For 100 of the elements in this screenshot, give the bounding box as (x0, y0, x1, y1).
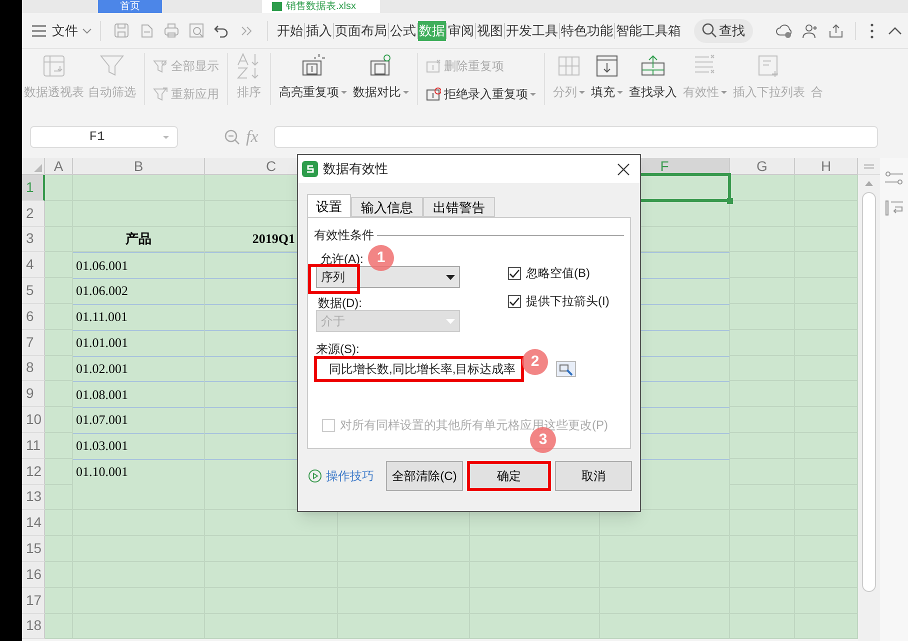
table-cell[interactable] (600, 510, 730, 536)
row-header[interactable]: 2 (22, 200, 45, 227)
collapse-icon[interactable] (888, 26, 902, 35)
row-header[interactable]: 4 (22, 252, 45, 278)
table-cell[interactable] (45, 175, 73, 201)
table-cell[interactable] (795, 252, 858, 278)
save-icon[interactable] (114, 23, 129, 38)
checkbox[interactable]: 提供下拉箭头(I) (508, 292, 610, 310)
table-cell[interactable] (45, 330, 73, 356)
wrap-icon[interactable] (885, 200, 903, 216)
table-cell[interactable]: 01.11.001 (73, 304, 205, 330)
table-cell[interactable] (470, 614, 600, 640)
table-cell[interactable] (205, 614, 338, 640)
zoom-icon[interactable] (224, 129, 240, 145)
preview-icon[interactable] (189, 23, 204, 38)
row-header[interactable]: 15 (22, 536, 45, 562)
row-header[interactable]: 9 (22, 381, 45, 408)
row-header[interactable]: 3 (22, 226, 45, 252)
table-cell[interactable] (730, 278, 795, 304)
table-cell[interactable]: 01.03.001 (73, 432, 205, 459)
dialog-tab[interactable]: 设置 (307, 194, 351, 218)
cloud-icon[interactable] (776, 22, 792, 38)
table-cell[interactable] (73, 175, 205, 201)
row-header[interactable]: 13 (22, 484, 45, 510)
dropdown-select[interactable]: 序列 (316, 266, 460, 288)
undo-icon[interactable] (214, 23, 229, 38)
table-cell[interactable]: 01.01.001 (73, 330, 205, 356)
table-cell[interactable] (795, 356, 858, 382)
table-cell[interactable] (730, 614, 795, 640)
row-header[interactable]: 6 (22, 304, 45, 330)
table-cell[interactable] (795, 381, 858, 408)
column-header[interactable]: B (73, 158, 205, 175)
row-header[interactable]: 17 (22, 588, 45, 614)
table-cell[interactable]: 01.07.001 (73, 407, 205, 433)
column-header[interactable]: A (45, 158, 73, 175)
table-cell[interactable] (45, 252, 73, 278)
table-cell[interactable] (795, 330, 858, 356)
table-cell[interactable] (600, 614, 730, 640)
row-header[interactable]: 7 (22, 330, 45, 356)
menu-tab[interactable]: 审阅 (447, 20, 475, 40)
menu-tab[interactable]: 开始 (276, 20, 304, 40)
table-cell[interactable] (730, 304, 795, 330)
menu-tab[interactable]: 插入 (305, 20, 333, 40)
table-cell[interactable] (730, 252, 795, 278)
table-cell[interactable] (730, 200, 795, 227)
table-cell[interactable] (45, 588, 73, 614)
table-cell[interactable] (45, 614, 73, 640)
table-cell[interactable]: 01.08.001 (73, 381, 205, 408)
dialog-tab[interactable]: 输入信息 (351, 197, 423, 217)
row-header[interactable]: 12 (22, 458, 45, 485)
dropdown-caret-icon[interactable] (163, 136, 169, 138)
table-cell[interactable] (73, 614, 205, 640)
menu-tab[interactable]: 页面布局 (334, 20, 388, 40)
more-options-icon[interactable] (870, 22, 874, 38)
print-icon[interactable] (164, 23, 179, 38)
dialog-button[interactable]: 取消 (555, 461, 632, 491)
table-cell[interactable] (45, 200, 73, 227)
menu-tab[interactable]: 特色功能 (560, 20, 614, 40)
table-cell[interactable] (205, 510, 338, 536)
table-cell[interactable] (45, 484, 73, 510)
column-header[interactable]: G (730, 158, 795, 175)
menu-tab[interactable]: 公式 (389, 20, 417, 40)
table-cell[interactable]: 产品 (73, 226, 205, 252)
table-cell[interactable] (795, 562, 858, 588)
menu-icon[interactable] (32, 24, 46, 36)
row-header[interactable]: 5 (22, 278, 45, 304)
table-cell[interactable] (730, 175, 795, 201)
table-cell[interactable] (45, 381, 73, 408)
name-box[interactable]: F1 (30, 126, 178, 148)
table-cell[interactable] (730, 226, 795, 252)
table-cell[interactable] (45, 536, 73, 562)
table-cell[interactable] (795, 432, 858, 459)
select-all-icon[interactable] (34, 164, 42, 172)
row-header[interactable]: 1 (22, 175, 45, 201)
table-cell[interactable] (795, 484, 858, 510)
row-header[interactable]: 16 (22, 562, 45, 588)
menu-tab[interactable]: 开发工具 (505, 20, 559, 40)
column-header[interactable]: H (795, 158, 858, 175)
table-cell[interactable]: 01.06.002 (73, 278, 205, 304)
checkbox[interactable]: 忽略空值(B) (508, 264, 610, 282)
source-input[interactable]: 同比增长数,同比增长率,目标达成率 (314, 356, 524, 382)
menu-tab[interactable]: 视图 (476, 20, 504, 40)
row-header[interactable]: 14 (22, 510, 45, 536)
table-cell[interactable] (45, 458, 73, 485)
tips-link[interactable]: 操作技巧 (308, 467, 374, 485)
table-cell[interactable] (795, 588, 858, 614)
ribbon-button[interactable]: 高亮重复项 (279, 53, 347, 101)
menu-tab[interactable]: 智能工具箱 (615, 20, 682, 40)
ribbon-button[interactable]: 数据对比 (353, 53, 409, 101)
row-header[interactable]: 11 (22, 432, 45, 459)
table-cell[interactable] (795, 226, 858, 252)
app-tab[interactable]: 首页 (98, 0, 162, 13)
export-icon[interactable] (139, 23, 154, 38)
table-cell[interactable] (795, 458, 858, 485)
table-cell[interactable]: 01.02.001 (73, 356, 205, 382)
row-header[interactable]: 10 (22, 407, 45, 433)
table-cell[interactable] (45, 510, 73, 536)
table-cell[interactable] (470, 510, 600, 536)
table-cell[interactable] (730, 458, 795, 485)
table-cell[interactable] (795, 536, 858, 562)
